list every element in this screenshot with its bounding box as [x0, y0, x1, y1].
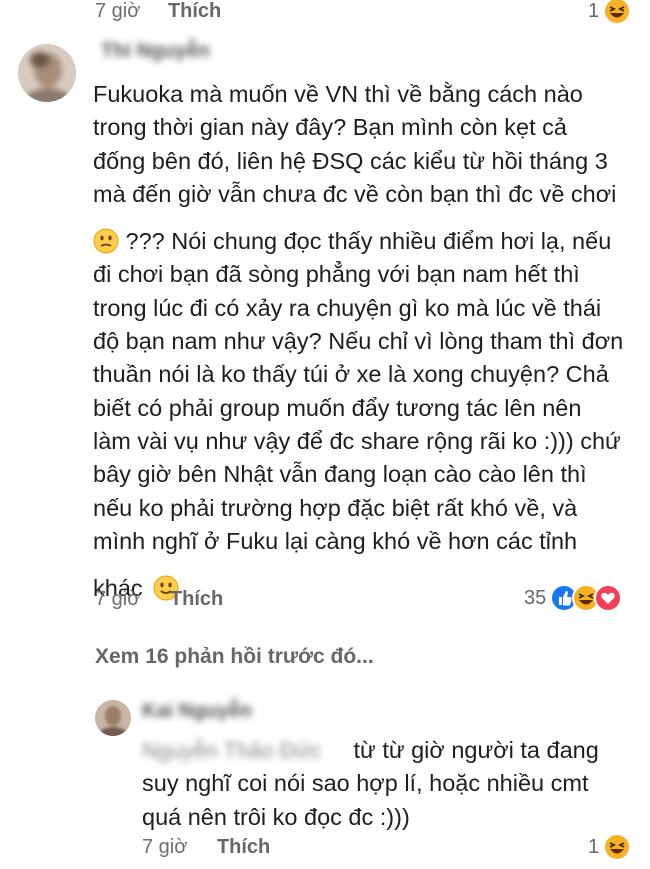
text-line: đống bên đó, liên hệ ĐSQ các kiểu từ hồi…	[93, 147, 608, 174]
avatar-blurred-image	[18, 44, 76, 102]
reply-meta: 7 giờ Thích	[142, 836, 270, 859]
text-line: độ bạn nam như vậy? Nếu chỉ vì lòng tham…	[93, 328, 624, 355]
reply-avatar-image	[95, 700, 131, 736]
comment-bubble: Thi Nguyễn Fukuoka mà muốn về VN thì về …	[93, 40, 633, 605]
comment-paragraph-1: Fukuoka mà muốn về VN thì về bằng cách n…	[93, 78, 633, 211]
text-line: làm vài vụ như vậy để đc share rộng rãi …	[93, 427, 621, 454]
text-line: Fukuoka mà muốn về VN thì về bằng cách n…	[93, 81, 583, 107]
confused-emoji-icon	[93, 228, 119, 254]
comment-text: Fukuoka mà muốn về VN thì về bằng cách n…	[93, 78, 633, 605]
reply-time: 7 giờ	[142, 836, 188, 858]
text-line: Nguyễn Thảo Đức từ từ giờ người ta đang	[142, 734, 622, 767]
like-button[interactable]: Thích	[170, 588, 223, 610]
text-line: bây giờ bên Nhật vẫn đang loạn cào cào l…	[93, 461, 587, 488]
comment-reactions[interactable]: 35	[524, 584, 623, 612]
text-line: đi chơi bạn đã sòng phẳng với bạn nam hế…	[93, 261, 580, 288]
reply-reactions[interactable]: 1	[588, 833, 632, 861]
top-comment-time: 7 giờ	[95, 0, 141, 22]
comment-reaction-count: 35	[524, 586, 547, 609]
reply-author[interactable]: Kai Nguyễn	[142, 700, 622, 728]
text-line-tail: ??? Nói chung đọc thấy nhiều điểm hơi lạ…	[125, 228, 612, 255]
avatar[interactable]	[18, 44, 76, 102]
top-like-button[interactable]: Thích	[168, 0, 221, 22]
haha-reaction-icon	[603, 0, 632, 25]
reply-mention[interactable]: Nguyễn Thảo Đức	[142, 734, 347, 767]
love-reaction-icon	[594, 584, 623, 612]
reply-avatar[interactable]	[95, 700, 131, 736]
comment-paragraph-2: ??? Nói chung đọc thấy nhiều điểm hơi lạ…	[93, 225, 633, 558]
reply-bubble: Kai Nguyễn Nguyễn Thảo Đức từ từ giờ ngư…	[142, 700, 622, 834]
text-line: mình nghĩ ở Fuku lại càng khó về hơn các…	[93, 527, 578, 554]
text-line: trong lúc đi có xảy ra chuyện gì ko mà l…	[93, 294, 602, 321]
text-line: thuần nói là ko thấy túi ở xe là xong ch…	[93, 361, 609, 388]
text-line: mà đến giờ vẫn chưa đc về còn bạn thì đc…	[93, 180, 617, 207]
view-more-replies-link[interactable]: Xem 16 phản hồi trước đó...	[95, 645, 374, 669]
text-line: suy nghĩ coi nói sao hợp lí, hoặc nhiều …	[142, 770, 589, 797]
text-line-tail: từ từ giờ người ta đang	[353, 737, 599, 763]
top-reactions[interactable]: 1	[588, 0, 632, 25]
comment-time: 7 giờ	[95, 588, 141, 610]
top-comment-meta: 7 giờ Thích	[95, 0, 221, 23]
reply-text: Nguyễn Thảo Đức từ từ giờ người ta đang …	[142, 734, 622, 834]
comment-meta: 7 giờ Thích	[95, 588, 223, 611]
text-line: ??? Nói chung đọc thấy nhiều điểm hơi lạ…	[93, 225, 633, 258]
top-reaction-count: 1	[588, 0, 600, 22]
text-line: biết có phải group muốn đẩy tương tác lê…	[93, 394, 582, 421]
haha-reaction-icon	[603, 833, 632, 861]
text-line: quá nên trôi ko đọc đc :)))	[142, 803, 410, 830]
reply-reaction-count: 1	[588, 835, 600, 858]
reply-like-button[interactable]: Thích	[217, 836, 270, 858]
comment-author[interactable]: Thi Nguyễn	[101, 40, 633, 68]
text-line: nếu ko phải trường hợp đặc biệt rất khó …	[93, 494, 578, 521]
text-line: trong thời gian này đây? Bạn mình còn kẹ…	[93, 114, 567, 141]
